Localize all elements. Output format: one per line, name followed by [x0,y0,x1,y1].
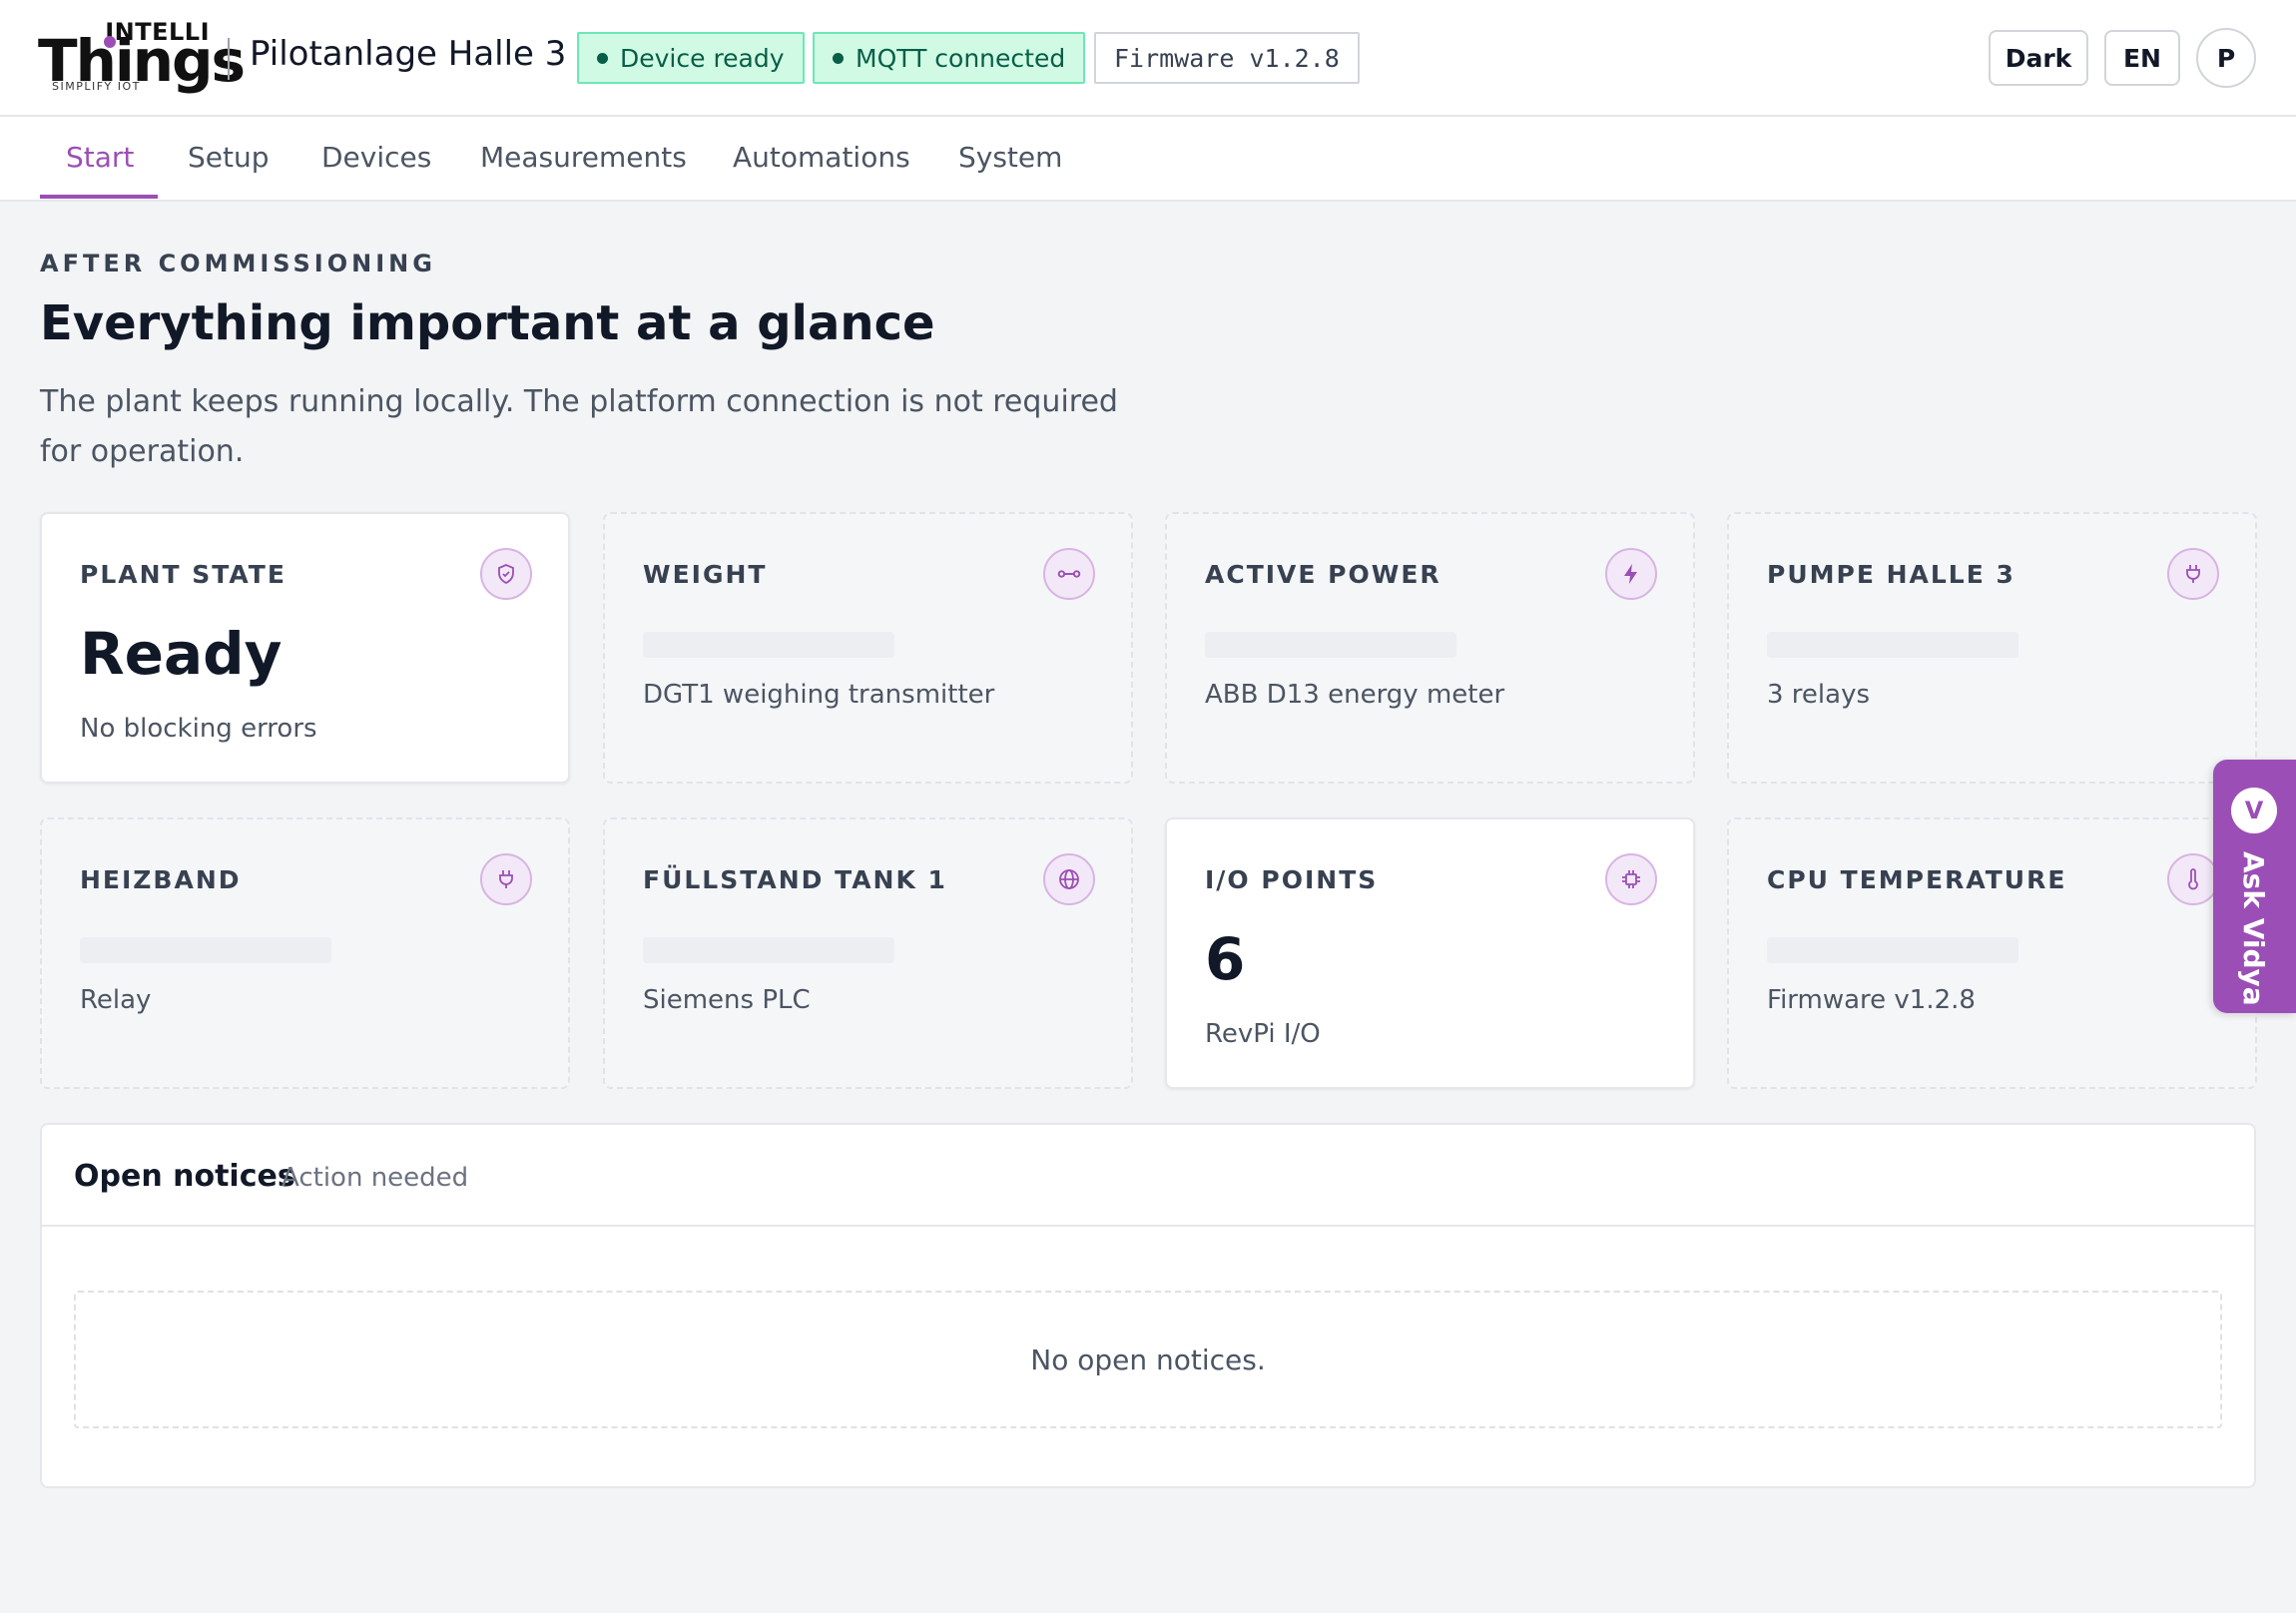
card-description: 3 relays [1767,680,1871,710]
card-pumpe-halle-3[interactable]: PUMPE HALLE 3 3 relays [1727,512,2257,784]
card-io-points[interactable]: I/O POINTS 6 RevPi I/O [1165,817,1695,1089]
assistant-avatar-icon: V [2231,788,2277,833]
card-active-power[interactable]: ACTIVE POWER ABB D13 energy meter [1165,512,1695,784]
notices-empty-state: No open notices. [74,1291,2222,1428]
section-eyebrow: AFTER COMMISSIONING [40,250,436,277]
page-title: Everything important at a glance [40,295,935,351]
notices-subtitle: Action needed [282,1163,469,1193]
page-subtitle: The plant keeps running locally. The pla… [40,384,1118,469]
card-weight[interactable]: WEIGHT DGT1 weighing transmitter [603,512,1133,784]
value-loading-skeleton [643,632,894,658]
card-label: PLANT STATE [80,560,287,589]
bolt-icon [1605,548,1657,600]
card-description: Relay [80,985,152,1015]
open-notices-panel: Open notices Action needed No open notic… [40,1123,2256,1488]
value-loading-skeleton [80,937,331,963]
status-dot-icon [833,52,844,64]
tab-setup[interactable]: Setup [188,141,270,174]
status-dot-icon [597,52,608,64]
card-fuellstand-tank-1[interactable]: FÜLLSTAND TANK 1 Siemens PLC [603,817,1133,1089]
plug-icon [2167,548,2219,600]
card-label: HEIZBAND [80,865,242,894]
value-loading-skeleton [1767,632,2018,658]
card-label: PUMPE HALLE 3 [1767,560,2015,589]
thermometer-icon [2167,853,2219,905]
tab-system[interactable]: System [958,141,1062,174]
user-avatar-button[interactable]: P [2196,28,2256,88]
value-loading-skeleton [1767,937,2018,963]
card-plant-state[interactable]: PLANT STATE Ready No blocking errors [40,512,570,784]
device-ready-badge: Device ready [577,32,805,84]
language-button[interactable]: EN [2104,30,2180,86]
notices-title: Open notices [74,1159,295,1194]
notices-header: Open notices Action needed [42,1125,2254,1227]
card-description: DGT1 weighing transmitter [643,680,995,710]
plug-icon [480,853,532,905]
value-loading-skeleton [643,937,894,963]
link-icon [1043,548,1095,600]
intellithings-logo[interactable]: INTELLI Things SIMPLIFY IOT [38,18,246,96]
firmware-text: Firmware v1.2.8 [1114,43,1340,73]
plant-name: Pilotanlage Halle 3 [250,34,567,74]
device-ready-text: Device ready [620,43,785,73]
card-description: ABB D13 energy meter [1205,680,1505,710]
theme-toggle-button[interactable]: Dark [1989,30,2088,86]
card-label: I/O POINTS [1205,865,1379,894]
globe-icon [1043,853,1095,905]
card-label: CPU TEMPERATURE [1767,865,2067,894]
main-nav-tabs: Start Setup Devices Measurements Automat… [0,117,2296,202]
header-divider [228,38,230,80]
notices-empty-text: No open notices. [1030,1343,1266,1376]
mqtt-connected-badge: MQTT connected [813,32,1086,84]
card-description: Siemens PLC [643,985,811,1015]
tab-devices[interactable]: Devices [321,141,431,174]
ask-vidya-button[interactable]: V Ask Vidya [2213,760,2296,1013]
tab-start[interactable]: Start [66,141,134,174]
tab-automations[interactable]: Automations [733,141,910,174]
card-heizband[interactable]: HEIZBAND Relay [40,817,570,1089]
active-tab-indicator [40,195,158,199]
chip-icon [1605,853,1657,905]
mqtt-connected-text: MQTT connected [856,43,1066,73]
app-header: INTELLI Things SIMPLIFY IOT Pilotanlage … [0,0,2296,117]
card-label: WEIGHT [643,560,768,589]
card-label: FÜLLSTAND TANK 1 [643,865,947,894]
card-description: RevPi I/O [1205,1019,1321,1049]
card-value: Ready [80,620,283,688]
card-description: No blocking errors [80,714,317,744]
card-label: ACTIVE POWER [1205,560,1441,589]
logo-tagline: SIMPLIFY IOT [52,80,141,93]
ask-vidya-label: Ask Vidya [2237,851,2270,1006]
card-cpu-temperature[interactable]: CPU TEMPERATURE Firmware v1.2.8 [1727,817,2257,1089]
value-loading-skeleton [1205,632,1456,658]
card-value: 6 [1205,925,1246,993]
card-description: Firmware v1.2.8 [1767,985,1976,1015]
tab-measurements[interactable]: Measurements [480,141,687,174]
firmware-badge: Firmware v1.2.8 [1094,32,1360,84]
shield-check-icon [480,548,532,600]
